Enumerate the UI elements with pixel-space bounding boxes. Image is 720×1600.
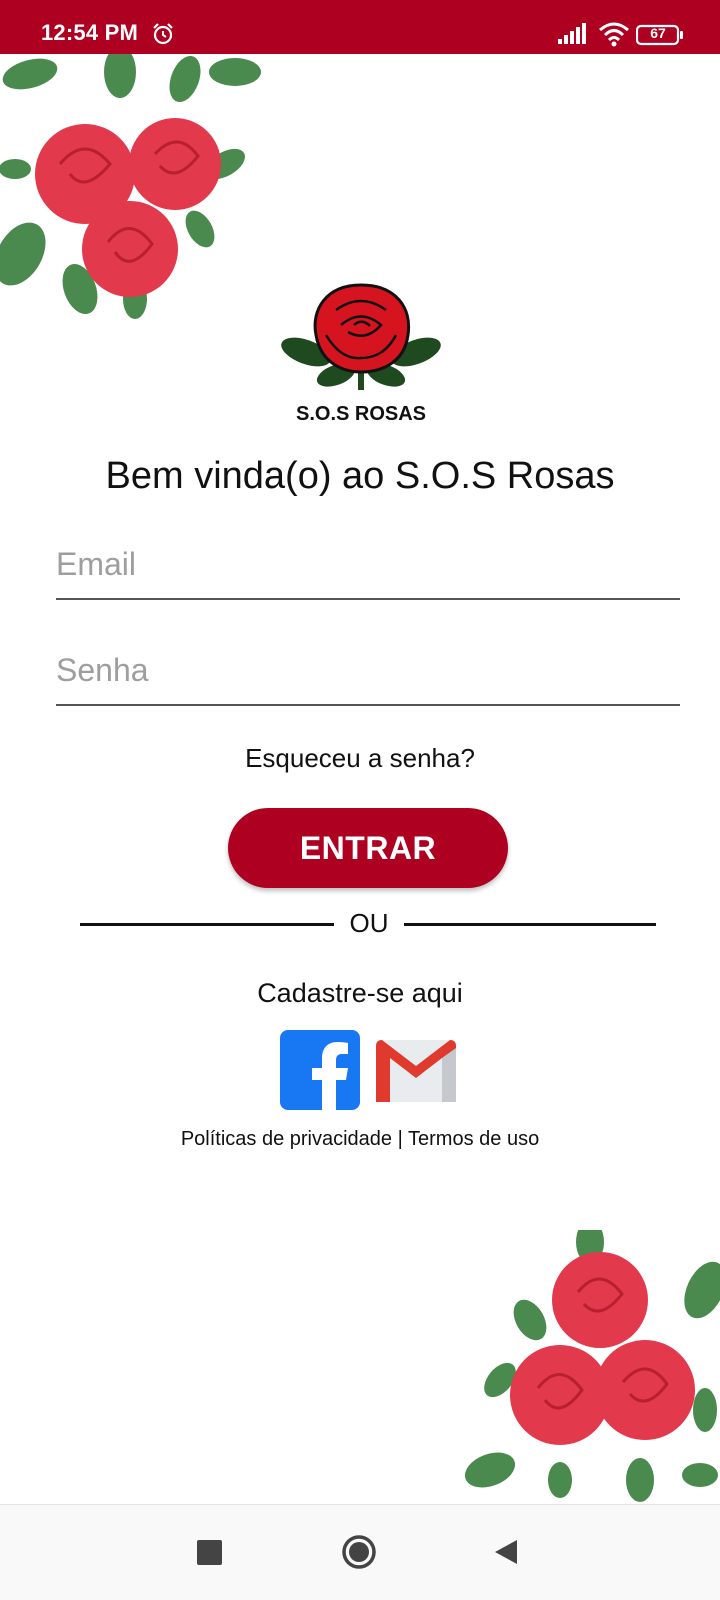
wifi-icon: [599, 22, 629, 47]
login-screen: 12:54 PM 67 S.O.S ROSAS Bem vinda(o) ao …: [0, 0, 720, 1600]
alarm-icon: [153, 23, 173, 45]
roses-decoration-bottom-icon: [464, 1230, 720, 1502]
divider-line-left: [80, 923, 334, 926]
password-field[interactable]: [56, 642, 680, 698]
welcome-title: Bem vinda(o) ao S.O.S Rosas: [105, 455, 615, 497]
divider-line-right: [404, 923, 656, 926]
logo-text: S.O.S ROSAS: [296, 403, 426, 425]
legal-links: Políticas de privacidade | Termos de uso: [0, 1128, 720, 1151]
status-bar: 12:54 PM 67: [0, 0, 720, 54]
back-icon[interactable]: [493, 1538, 519, 1566]
legal-separator: |: [397, 1128, 403, 1150]
divider-text: OU: [349, 908, 389, 938]
email-field-container: [56, 536, 680, 600]
navigation-bar: [0, 1504, 720, 1600]
home-icon[interactable]: [341, 1534, 377, 1570]
privacy-policy-link[interactable]: Políticas de privacidade: [181, 1128, 392, 1150]
forgot-password-link[interactable]: Esqueceu a senha?: [0, 743, 720, 774]
facebook-icon[interactable]: [280, 1030, 360, 1110]
email-field[interactable]: [56, 536, 680, 592]
gmail-icon[interactable]: [376, 1040, 456, 1102]
signal-icon: [558, 23, 586, 44]
enter-button[interactable]: ENTRAR: [228, 808, 508, 888]
sos-rosas-logo-icon: S.O.S ROSAS: [281, 283, 441, 425]
terms-of-use-link[interactable]: Termos de uso: [408, 1128, 539, 1150]
status-time: 12:54 PM: [41, 20, 138, 45]
password-field-container: [56, 642, 680, 706]
recents-icon[interactable]: [197, 1540, 222, 1565]
battery-level: 67: [650, 25, 666, 41]
roses-decoration-top-icon: [0, 54, 261, 319]
signup-label: Cadastre-se aqui: [257, 978, 463, 1008]
